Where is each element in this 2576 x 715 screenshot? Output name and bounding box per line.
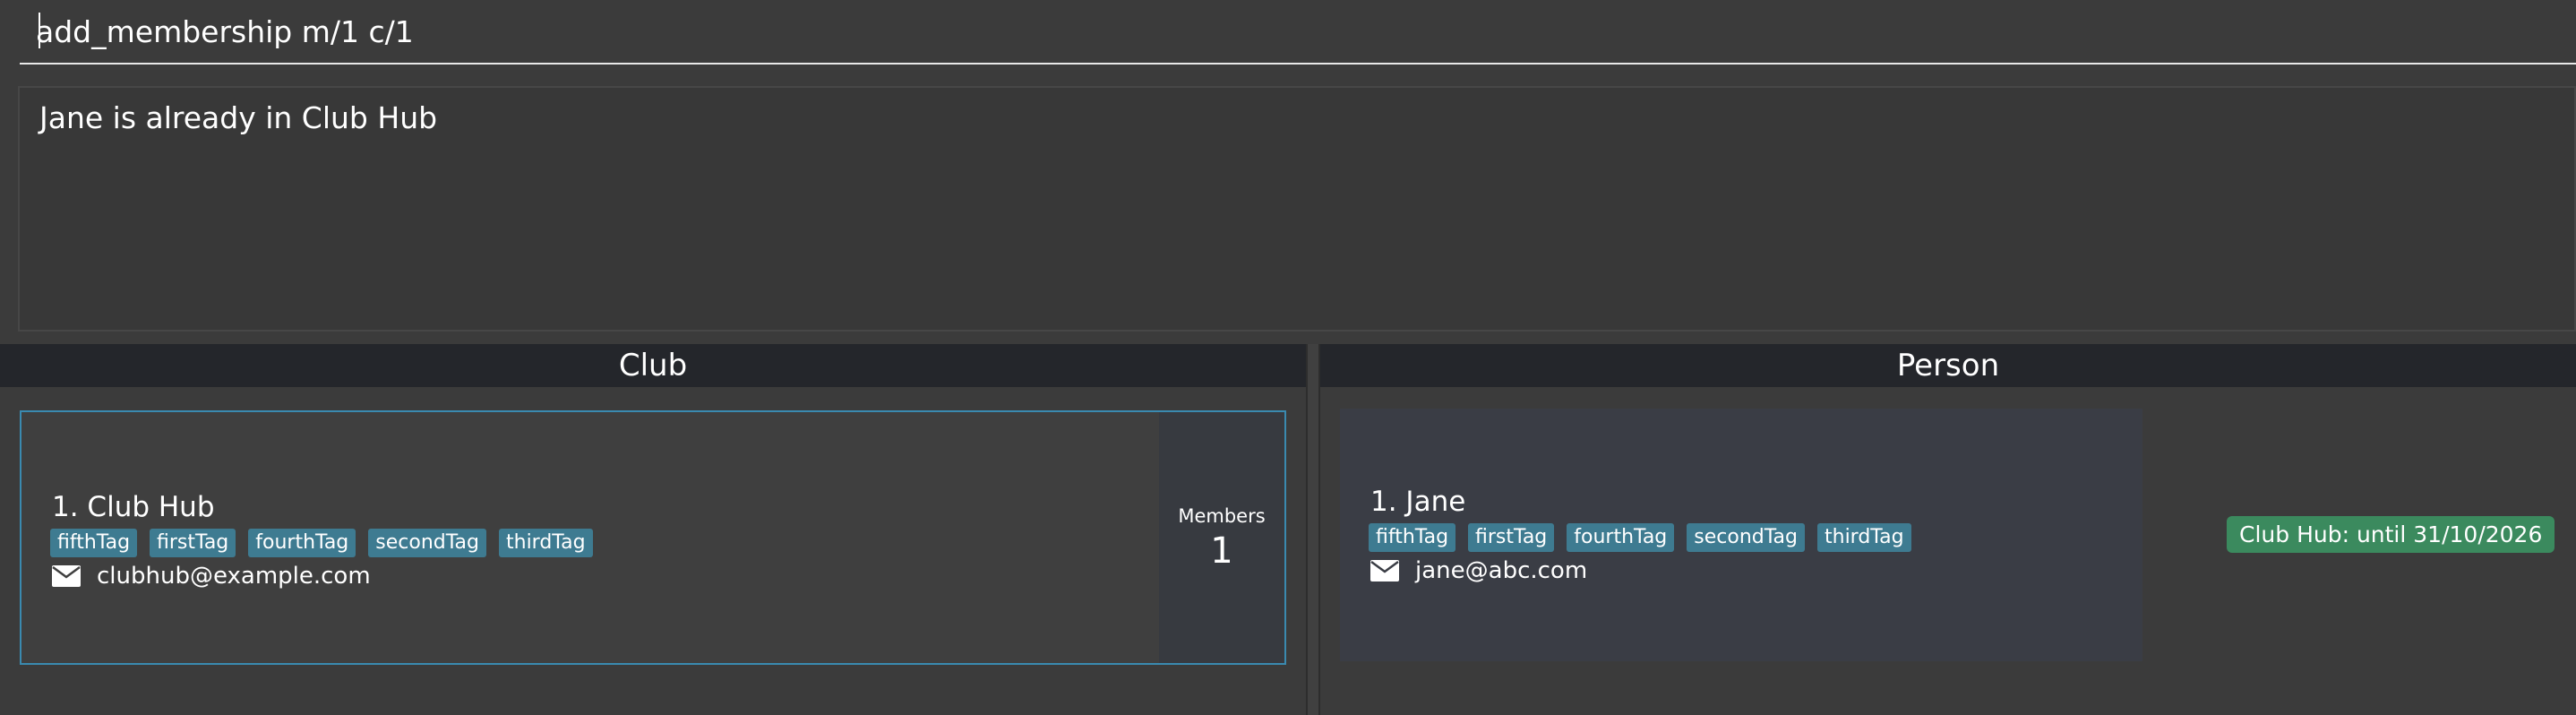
mail-icon — [1370, 560, 1399, 581]
panel-splitter[interactable] — [1306, 344, 1320, 715]
result-message: Jane is already in Club Hub — [39, 100, 438, 135]
tag: thirdTag — [499, 529, 593, 557]
club-tags: fifthTag firstTag fourthTag secondTag th… — [50, 529, 593, 557]
members-count-box: Members 1 — [1159, 412, 1284, 663]
tag: fifthTag — [50, 529, 138, 557]
person-tags: fifthTag firstTag fourthTag secondTag th… — [1369, 523, 1911, 552]
person-name: 1. Jane — [1370, 486, 1466, 518]
tag: secondTag — [368, 529, 486, 557]
tag: fifthTag — [1369, 523, 1456, 552]
tag: fourthTag — [1567, 523, 1675, 552]
tag: firstTag — [1468, 523, 1555, 552]
command-text: add_membership m/1 c/1 — [36, 14, 414, 49]
mail-icon — [52, 565, 81, 587]
person-list: 1. Jane fifthTag firstTag fourthTag seco… — [1320, 389, 2576, 715]
members-label: Members — [1178, 505, 1266, 527]
club-panel-header: Club — [0, 344, 1306, 387]
club-email-row: clubhub@example.com — [52, 563, 371, 590]
result-display: Jane is already in Club Hub — [18, 86, 2576, 332]
club-name: 1. Club Hub — [52, 491, 215, 523]
members-count: 1 — [1210, 530, 1233, 572]
tag: thirdTag — [1817, 523, 1911, 552]
person-email-row: jane@abc.com — [1370, 557, 1587, 584]
club-email: clubhub@example.com — [97, 563, 371, 590]
club-card[interactable]: 1. Club Hub fifthTag firstTag fourthTag … — [20, 410, 1286, 665]
person-email: jane@abc.com — [1415, 557, 1588, 584]
club-list: 1. Club Hub fifthTag firstTag fourthTag … — [0, 389, 1306, 715]
tag: secondTag — [1687, 523, 1805, 552]
command-input[interactable]: add_membership m/1 c/1 — [20, 0, 2576, 65]
command-box: add_membership m/1 c/1 — [0, 0, 2576, 77]
person-card[interactable]: 1. Jane fifthTag firstTag fourthTag seco… — [1340, 409, 2576, 661]
person-panel-header: Person — [1320, 344, 2576, 387]
membership-badge: Club Hub: until 31/10/2026 — [2227, 516, 2555, 553]
tag: firstTag — [150, 529, 236, 557]
tag: fourthTag — [248, 529, 356, 557]
membership-area: Club Hub: until 31/10/2026 — [2142, 409, 2576, 661]
